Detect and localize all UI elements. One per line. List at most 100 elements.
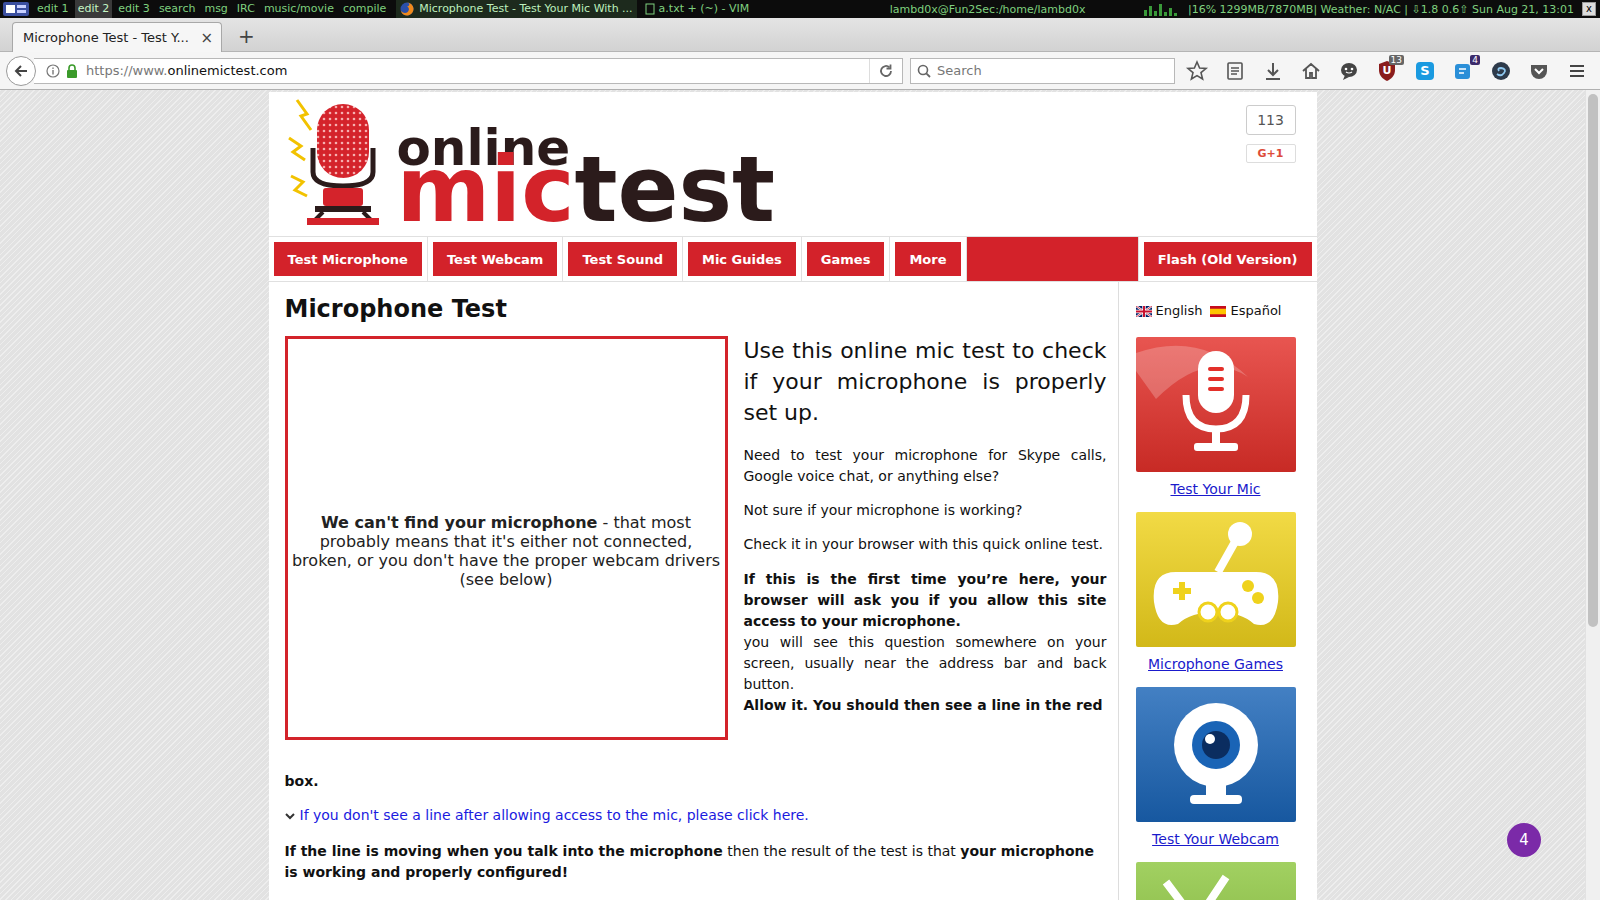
bookmark-button[interactable] [1185, 59, 1209, 83]
reload-icon[interactable] [878, 63, 894, 79]
close-button[interactable]: x [1582, 2, 1596, 16]
gplus-button[interactable]: G+1 [1246, 144, 1296, 163]
menu-button[interactable]: Test Webcam [433, 242, 557, 276]
page-heading: Microphone Test [285, 295, 1107, 323]
sidebar-card[interactable]: Microphone Games [1136, 512, 1296, 674]
help-toggle[interactable]: If you don't see a line after allowing a… [285, 805, 1107, 826]
window-entry[interactable]: Microphone Test - Test Your Mic With ... [396, 0, 636, 18]
workspace-tag[interactable]: edit 1 [34, 0, 72, 18]
url-prefix: https://www. [86, 63, 167, 78]
menu-button[interactable]: More [895, 242, 960, 276]
workspace-tag[interactable]: IRC [234, 0, 258, 18]
window-title: Microphone Test - Test Your Mic With ... [419, 0, 632, 18]
skype-logo: S [1416, 62, 1434, 80]
menu-button[interactable]: Test Microphone [274, 242, 422, 276]
microphone-logo-icon [285, 98, 389, 226]
workspace-tag[interactable]: compile [340, 0, 389, 18]
chat-badge[interactable]: 4 [1507, 823, 1541, 857]
paragraph-tail: box. [285, 771, 1107, 792]
downloads-button[interactable] [1261, 59, 1285, 83]
site-menu: Test Microphone Test Webcam Test Sound Mic … [269, 236, 1317, 282]
browser-tab[interactable]: Microphone Test - Test Y... × [12, 22, 222, 52]
scrollbar[interactable] [1585, 90, 1600, 900]
download-icon [1261, 59, 1285, 83]
site-header: onlinemictest113G+1 [269, 92, 1317, 236]
menu-button[interactable] [1565, 59, 1589, 83]
tab-close-button[interactable]: × [200, 29, 213, 47]
scrollbar-thumb[interactable] [1588, 94, 1598, 627]
menu-button[interactable]: Test Sound [568, 242, 677, 276]
reading-list-button[interactable] [1223, 59, 1247, 83]
chat-extension-button[interactable] [1337, 59, 1361, 83]
search-input[interactable] [937, 63, 1174, 78]
url-host: onlinemictest.com [167, 63, 287, 78]
help-link[interactable]: If you don't see a line after allowing a… [300, 805, 809, 826]
pocket-button[interactable] [1527, 59, 1551, 83]
card-link[interactable]: Test Your Mic [1136, 479, 1296, 499]
firefox-icon [400, 2, 414, 16]
card-image[interactable] [1136, 862, 1296, 900]
card-image[interactable] [1136, 687, 1296, 822]
notes-badge: 4 [1470, 55, 1480, 65]
menu-button[interactable]: Games [807, 242, 885, 276]
paragraph: Check it in your browser with this quick… [744, 534, 1107, 555]
ublock-button[interactable]: U13 [1375, 59, 1399, 83]
card-link[interactable]: Microphone Games [1136, 654, 1296, 674]
style-extension-button[interactable] [1489, 59, 1513, 83]
magnifier-icon [917, 64, 931, 78]
swirl-icon [1489, 59, 1513, 83]
paragraph: If this is the first time you’re here, y… [744, 569, 1107, 632]
card-image[interactable] [1136, 337, 1296, 472]
workspace-tag[interactable]: msg [201, 0, 230, 18]
spain-flag-icon [1210, 306, 1226, 317]
skype-button[interactable]: S [1413, 59, 1437, 83]
new-tab-button[interactable]: + [234, 21, 259, 51]
workspace-tag[interactable]: music/movie [261, 0, 337, 18]
flash-version-button[interactable]: Flash (Old Version) [1144, 242, 1312, 276]
pocket-icon [1527, 59, 1551, 83]
window-entry[interactable]: a.txt + (~) - VIM [641, 0, 754, 18]
language-option[interactable]: Español [1210, 303, 1281, 319]
workspace-tag[interactable]: edit 3 [115, 0, 153, 18]
chevron-down-icon [285, 812, 295, 820]
main-content: Microphone Test We can't find your microp… [269, 282, 1118, 900]
address-bar[interactable]: https://www.onlinemictest.com [34, 58, 903, 84]
mic-test-panel: We can't find your microphone - that mos… [285, 336, 728, 740]
site-logo[interactable]: onlinemictest [285, 98, 776, 236]
result-text: If the line is moving when you talk into… [285, 843, 723, 859]
gplus-widget[interactable]: 113G+1 [1246, 105, 1296, 236]
system-bar: edit 1edit 2edit 3searchmsgIRCmusic/movi… [0, 0, 1600, 18]
home-icon [1299, 59, 1323, 83]
notes-button[interactable]: 4 [1451, 59, 1475, 83]
instructions: Use this online mic test to check if you… [744, 336, 1107, 740]
language-label: Español [1230, 303, 1281, 319]
url-text[interactable]: https://www.onlinemictest.com [86, 63, 869, 78]
editor-icon [645, 3, 655, 15]
sidebar-card[interactable]: Test Your Mic [1136, 337, 1296, 499]
network-graph-icon [1142, 2, 1182, 16]
sidebar: English Español Test Your Mic Microphone Ga… [1118, 282, 1317, 900]
host-title: lambd0x@Fun2Sec:/home/lambd0x [890, 3, 1086, 16]
workspace-tag[interactable]: edit 2 [75, 0, 113, 18]
search-field[interactable] [910, 58, 1175, 84]
sidebar-card[interactable] [1136, 862, 1296, 900]
home-button[interactable] [1299, 59, 1323, 83]
paragraph: you will see this question somewhere on … [744, 632, 1107, 695]
launcher-icon[interactable] [2, 1, 30, 17]
info-icon[interactable] [46, 64, 60, 78]
window-title: a.txt + (~) - VIM [659, 0, 750, 18]
result-text: then the result of the test is that [723, 843, 960, 859]
tab-title: Microphone Test - Test Y... [23, 30, 194, 45]
card-link[interactable]: Test Your Webcam [1136, 829, 1296, 849]
menu-button[interactable]: Mic Guides [688, 242, 796, 276]
workspace-tag[interactable]: search [156, 0, 199, 18]
share-count: 113 [1246, 105, 1296, 135]
card-image[interactable] [1136, 512, 1296, 647]
sidebar-card[interactable]: Test Your Webcam [1136, 687, 1296, 849]
page-container: onlinemictest113G+1Test MicrophoneTest W… [269, 92, 1317, 900]
language-option[interactable]: English [1136, 303, 1203, 319]
ublock-badge: 13 [1389, 55, 1404, 65]
paragraph: Not sure if your microphone is working? [744, 500, 1107, 521]
back-button[interactable] [6, 56, 36, 86]
lock-icon[interactable] [66, 64, 78, 78]
